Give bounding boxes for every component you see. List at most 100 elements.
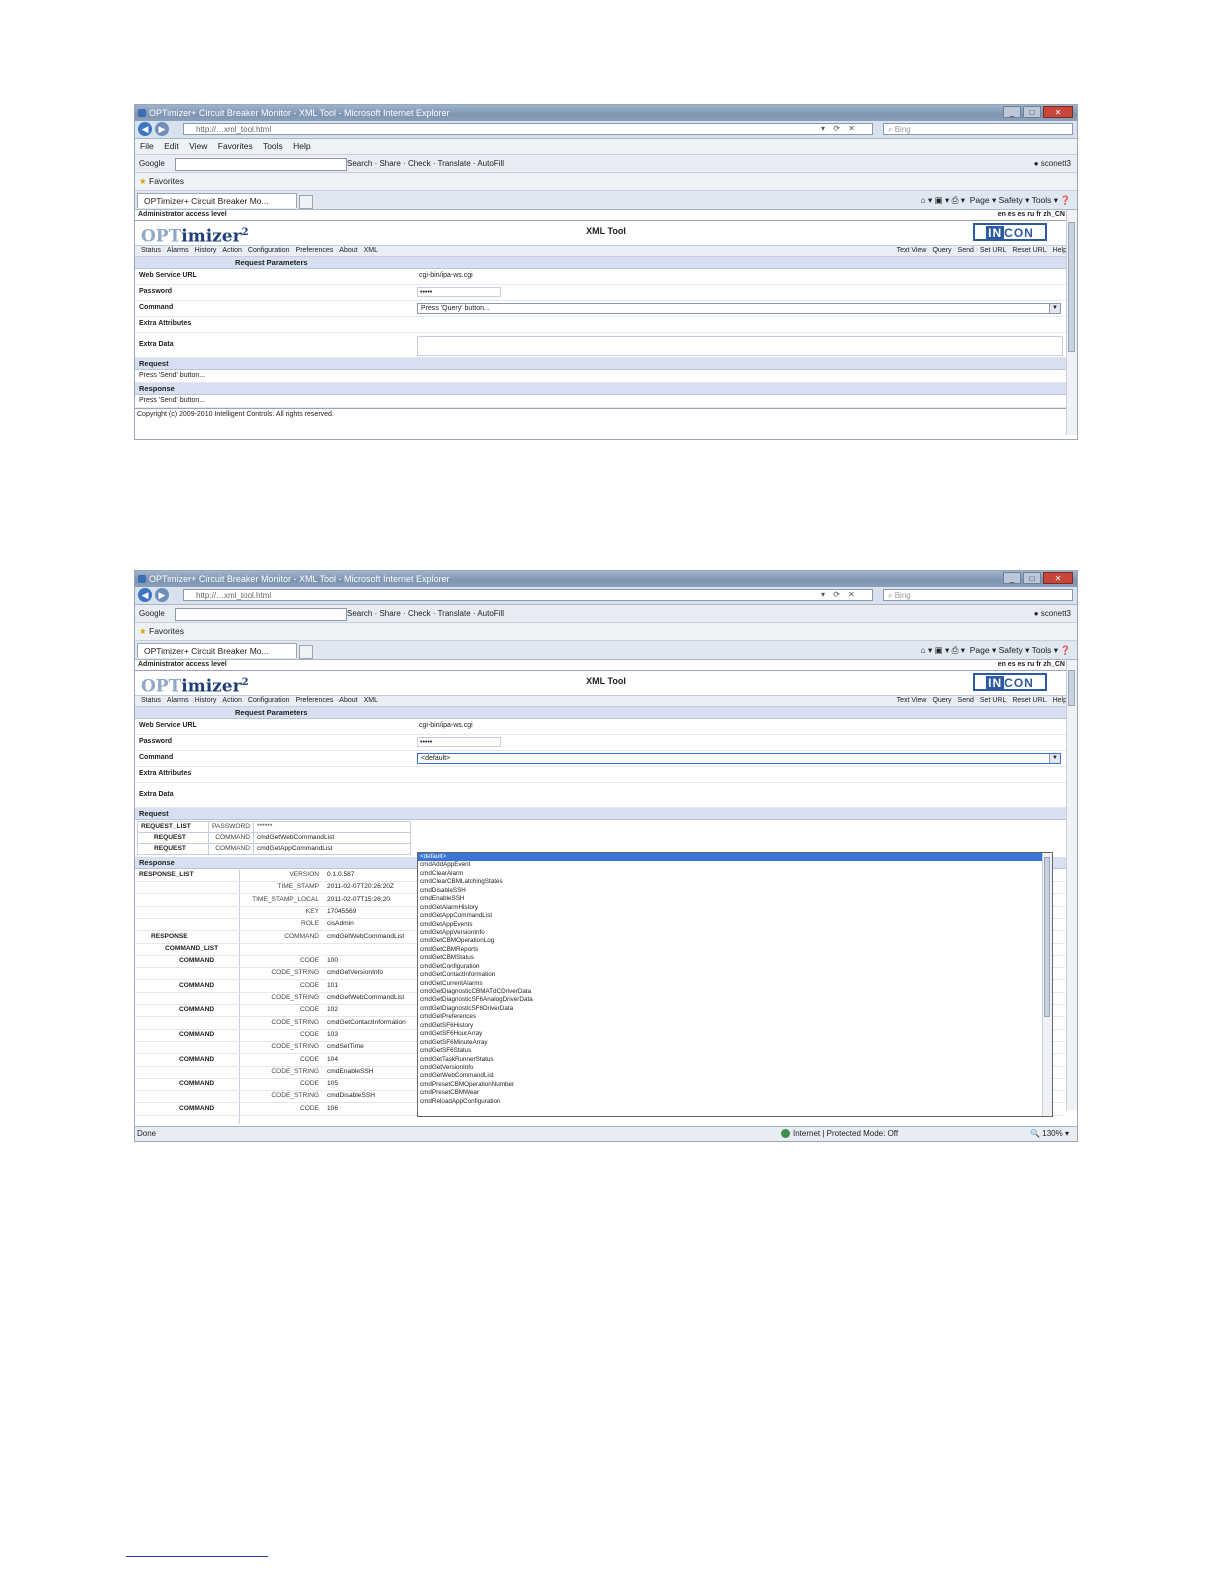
dropdown-option[interactable]: cmdPresetCBMWear: [418, 1089, 1052, 1097]
minimize-button[interactable]: _: [1003, 572, 1021, 584]
page-scrollbar[interactable]: [1066, 660, 1077, 1110]
google-share-button[interactable]: Share: [379, 609, 400, 618]
app-menu-about[interactable]: About: [339, 247, 357, 254]
maximize-button[interactable]: □: [1023, 572, 1041, 584]
dropdown-option[interactable]: cmdGetSF6History: [418, 1022, 1052, 1030]
dropdown-option[interactable]: cmdAddAppEvent: [418, 861, 1052, 869]
web-service-url-value[interactable]: cgi-bin/ipa-ws.cgi: [419, 272, 473, 279]
maximize-button[interactable]: □: [1023, 106, 1041, 118]
send-link[interactable]: Send: [958, 247, 974, 254]
reset-url-link[interactable]: Reset URL: [1012, 247, 1046, 254]
favorites-button[interactable]: Favorites: [149, 176, 184, 186]
dropdown-option[interactable]: cmdGetTaskRunnerStatus: [418, 1056, 1052, 1064]
menu-help[interactable]: Help: [293, 141, 310, 151]
refresh-stop-icons[interactable]: ▾ ⟳ ✕: [821, 124, 858, 133]
help-icon[interactable]: ❓: [1060, 645, 1071, 655]
dropdown-option[interactable]: cmdClearAlarm: [418, 870, 1052, 878]
language-links[interactable]: en es es ru fr zh_CN: [998, 210, 1065, 220]
dropdown-option[interactable]: cmdGetConfiguration: [418, 963, 1052, 971]
app-menu-action[interactable]: Action: [222, 697, 241, 704]
language-links[interactable]: en es es ru fr zh_CN: [998, 660, 1065, 670]
url-input[interactable]: http://…xml_tool.html: [183, 123, 873, 135]
search-input[interactable]: ⌕ Bing: [883, 589, 1073, 601]
google-account[interactable]: sconett3: [1041, 609, 1071, 618]
dropdown-option[interactable]: cmdDisableSSH: [418, 887, 1052, 895]
set-url-link[interactable]: Set URL: [980, 247, 1006, 254]
google-autofill-button[interactable]: AutoFill: [477, 159, 504, 168]
menu-favorites[interactable]: Favorites: [218, 141, 253, 151]
help-link[interactable]: Help: [1053, 697, 1067, 704]
command-select[interactable]: Press 'Query' button... ▼: [417, 303, 1061, 314]
google-autofill-button[interactable]: AutoFill: [477, 609, 504, 618]
favorites-star-icon[interactable]: ★: [139, 626, 147, 636]
google-search-input[interactable]: [175, 608, 347, 621]
google-share-button[interactable]: Share: [379, 159, 400, 168]
dropdown-scrollbar[interactable]: [1042, 853, 1052, 1116]
google-search-button[interactable]: Search: [347, 609, 372, 618]
dropdown-option[interactable]: cmdGetAppCommandList: [418, 912, 1052, 920]
app-menu-configuration[interactable]: Configuration: [248, 247, 290, 254]
dropdown-option[interactable]: cmdGetDiagnosticCBMATdCDriverData: [418, 988, 1052, 996]
dropdown-option[interactable]: cmdGetAppEvents: [418, 921, 1052, 929]
dropdown-scrollbar-thumb[interactable]: [1044, 857, 1050, 1017]
google-check-button[interactable]: Check: [408, 609, 431, 618]
dropdown-option[interactable]: cmdGetDiagnosticSF6DriverData: [418, 1005, 1052, 1013]
scrollbar-thumb[interactable]: [1068, 222, 1075, 352]
chevron-down-icon[interactable]: ▼: [1049, 754, 1060, 763]
google-check-button[interactable]: Check: [408, 159, 431, 168]
dropdown-option[interactable]: cmdGetSF6MinuteArray: [418, 1039, 1052, 1047]
refresh-stop-icons[interactable]: ▾ ⟳ ✕: [821, 590, 858, 599]
help-link[interactable]: Help: [1053, 247, 1067, 254]
safety-menu[interactable]: Safety: [999, 645, 1023, 655]
back-icon[interactable]: ◀: [138, 122, 152, 136]
new-tab-button[interactable]: [299, 645, 313, 659]
app-menu-history[interactable]: History: [195, 697, 217, 704]
app-menu-preferences[interactable]: Preferences: [296, 247, 334, 254]
browser-tab[interactable]: OPTimizer+ Circuit Breaker Mo...: [137, 193, 297, 208]
dropdown-option[interactable]: cmdEnableSSH: [418, 895, 1052, 903]
zoom-level[interactable]: 🔍 130% ▾: [1030, 1127, 1069, 1141]
google-translate-button[interactable]: Translate: [438, 609, 471, 618]
favorites-star-icon[interactable]: ★: [139, 176, 147, 186]
chevron-down-icon[interactable]: ▼: [1049, 304, 1060, 313]
page-menu[interactable]: Page: [970, 645, 990, 655]
command-select[interactable]: <default> ▼: [417, 753, 1061, 764]
app-menu-preferences[interactable]: Preferences: [296, 697, 334, 704]
app-menu-history[interactable]: History: [195, 247, 217, 254]
dropdown-option[interactable]: <default>: [418, 853, 1052, 862]
dropdown-option[interactable]: cmdGetAlarmHistory: [418, 904, 1052, 912]
dropdown-option[interactable]: cmdGetSF6HourArray: [418, 1030, 1052, 1038]
dropdown-option[interactable]: cmdGetPreferences: [418, 1013, 1052, 1021]
text-view-link[interactable]: Text View: [897, 247, 927, 254]
google-translate-button[interactable]: Translate: [438, 159, 471, 168]
scrollbar-thumb[interactable]: [1068, 670, 1075, 706]
google-search-input[interactable]: [175, 158, 347, 171]
tools-menu[interactable]: Tools: [1032, 645, 1052, 655]
dropdown-option[interactable]: cmdGetCBMReports: [418, 946, 1052, 954]
tools-menu[interactable]: Tools: [1032, 195, 1052, 205]
search-input[interactable]: ⌕ Bing: [883, 123, 1073, 135]
google-account[interactable]: sconett3: [1041, 159, 1071, 168]
reset-url-link[interactable]: Reset URL: [1012, 697, 1046, 704]
extra-data-textarea[interactable]: [417, 336, 1063, 356]
forward-icon[interactable]: ▶: [155, 122, 169, 136]
close-button[interactable]: ✕: [1043, 106, 1073, 118]
app-menu-about[interactable]: About: [339, 697, 357, 704]
app-menu-xml[interactable]: XML: [364, 247, 378, 254]
dropdown-option[interactable]: cmdReloadAppConfiguration: [418, 1098, 1052, 1106]
text-view-link[interactable]: Text View: [897, 697, 927, 704]
web-service-url-value[interactable]: cgi-bin/ipa-ws.cgi: [419, 722, 473, 729]
favorites-button[interactable]: Favorites: [149, 626, 184, 636]
menu-tools[interactable]: Tools: [263, 141, 283, 151]
new-tab-button[interactable]: [299, 195, 313, 209]
dropdown-option[interactable]: cmdGetAppVersionInfo: [418, 929, 1052, 937]
help-icon[interactable]: ❓: [1060, 195, 1071, 205]
app-menu-alarms[interactable]: Alarms: [167, 697, 189, 704]
dropdown-option[interactable]: cmdClearCBMLatchingStates: [418, 878, 1052, 886]
dropdown-option[interactable]: cmdGetWebCommandList: [418, 1072, 1052, 1080]
menu-edit[interactable]: Edit: [164, 141, 179, 151]
menu-view[interactable]: View: [189, 141, 207, 151]
app-menu-status[interactable]: Status: [141, 247, 161, 254]
page-scrollbar[interactable]: [1066, 210, 1077, 435]
minimize-button[interactable]: _: [1003, 106, 1021, 118]
